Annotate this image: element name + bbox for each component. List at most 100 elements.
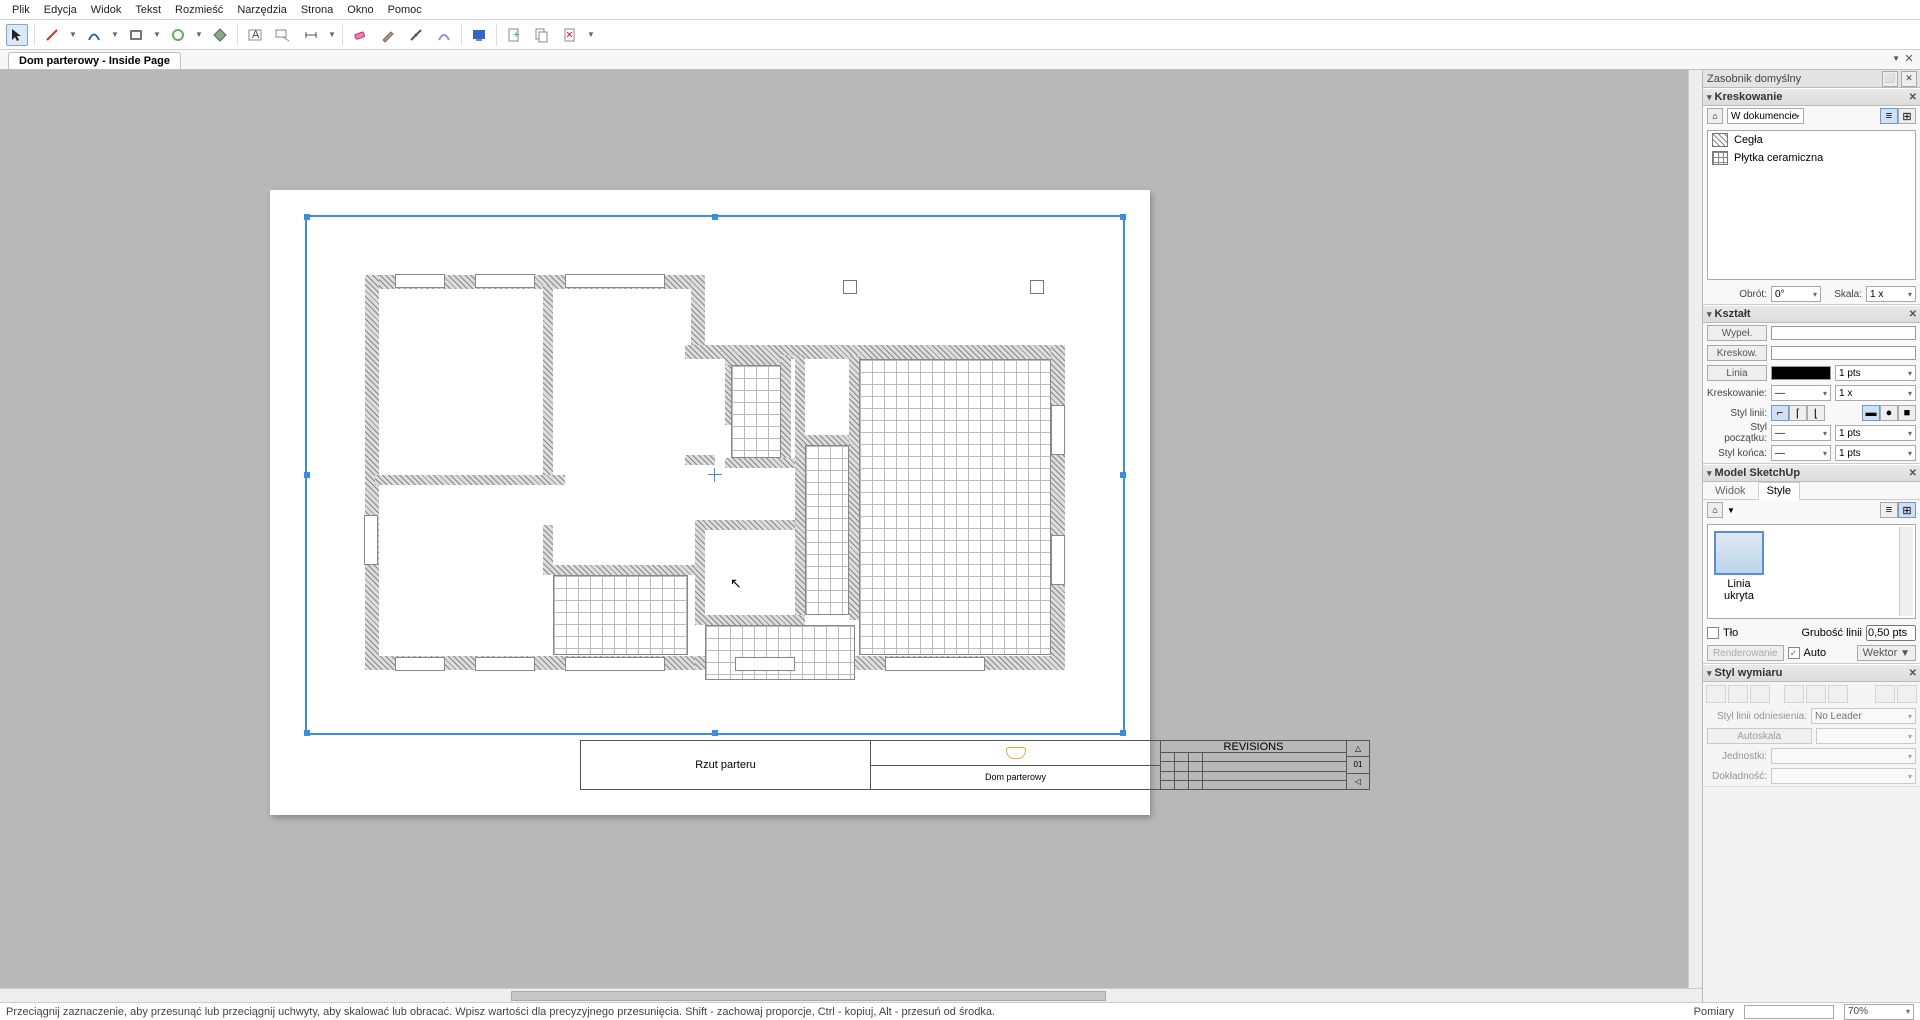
shape-start-size[interactable]: 1 pts: [1835, 425, 1916, 441]
grid-view-icon[interactable]: ⊞: [1898, 108, 1916, 124]
dim-autoscale-select[interactable]: [1816, 728, 1917, 744]
panel-close-hatch[interactable]: ✕: [1909, 92, 1917, 103]
line-tool-dropdown[interactable]: ▼: [69, 30, 77, 39]
floor-plan-viewport[interactable]: [365, 275, 1065, 670]
menu-strona[interactable]: Strona: [295, 2, 339, 18]
dim-autoscale-button[interactable]: Autoskala: [1707, 728, 1812, 744]
resize-handle-tl[interactable]: [304, 214, 310, 220]
page-dropdown[interactable]: ▼: [587, 30, 595, 39]
resize-handle-br[interactable]: [1120, 730, 1126, 736]
circle-tool-dropdown[interactable]: ▼: [195, 30, 203, 39]
tray-header[interactable]: Zasobnik domyślny ⬜ ✕: [1703, 70, 1920, 88]
text-tool[interactable]: A: [244, 24, 266, 46]
poly-tool[interactable]: [209, 24, 231, 46]
shape-line-color[interactable]: [1771, 366, 1831, 380]
dim-btn-7[interactable]: [1875, 685, 1895, 703]
resize-handle-tr[interactable]: [1120, 214, 1126, 220]
auto-checkbox[interactable]: ✓: [1788, 647, 1800, 659]
dim-btn-3[interactable]: [1750, 685, 1770, 703]
canvas[interactable]: Rzut parteru Dom parterowy REVISIONS △ 0…: [0, 70, 1702, 1002]
hatch-item-tile[interactable]: Płytka ceramiczna: [1708, 149, 1915, 167]
hatch-rot-select[interactable]: 0°: [1771, 286, 1821, 302]
render-mode-button[interactable]: Wektor ▼: [1857, 645, 1916, 661]
resize-handle-ml[interactable]: [304, 472, 310, 478]
resize-handle-bl[interactable]: [304, 730, 310, 736]
eraser-tool[interactable]: [349, 24, 371, 46]
menu-rozmiesc[interactable]: Rozmieść: [169, 2, 229, 18]
model-home-icon[interactable]: ⌂: [1707, 502, 1723, 518]
join-tool[interactable]: [433, 24, 455, 46]
render-button[interactable]: Renderowanie: [1707, 645, 1784, 661]
shape-start-arrow[interactable]: —: [1771, 425, 1831, 441]
arc-tool[interactable]: [83, 24, 105, 46]
model-view-toggle[interactable]: ≡⊞: [1880, 502, 1916, 518]
shape-end-size[interactable]: 1 pts: [1835, 445, 1916, 461]
resize-handle-tc[interactable]: [712, 214, 718, 220]
panel-header-hatch[interactable]: Kreskowanie ✕: [1703, 88, 1920, 106]
hatch-scale-select[interactable]: 1 x: [1866, 286, 1916, 302]
document-tab[interactable]: Dom parterowy - Inside Page: [8, 52, 181, 69]
model-style-card[interactable]: Linia ukryta: [1714, 531, 1764, 602]
model-style-grid[interactable]: Linia ukryta: [1707, 524, 1916, 619]
circle-tool[interactable]: [167, 24, 189, 46]
dim-btn-6[interactable]: [1828, 685, 1848, 703]
dimension-tool-dropdown[interactable]: ▼: [328, 30, 336, 39]
menu-plik[interactable]: Plik: [6, 2, 36, 18]
menu-widok[interactable]: Widok: [85, 2, 128, 18]
shape-line-button[interactable]: Linia: [1707, 365, 1767, 381]
resize-handle-mr[interactable]: [1120, 472, 1126, 478]
arc-tool-dropdown[interactable]: ▼: [111, 30, 119, 39]
dim-leader-select[interactable]: No Leader: [1811, 708, 1916, 724]
rect-tool[interactable]: [125, 24, 147, 46]
menu-okno[interactable]: Okno: [341, 2, 379, 18]
panel-close-dim[interactable]: ✕: [1909, 668, 1917, 679]
shape-fill-swatch[interactable]: [1771, 326, 1916, 340]
bg-checkbox[interactable]: [1707, 627, 1719, 639]
shape-hatch-button[interactable]: Kreskow.: [1707, 345, 1767, 361]
hatch-view-toggle[interactable]: ≡⊞: [1880, 108, 1916, 124]
present-tool[interactable]: [468, 24, 490, 46]
hatch-scope-select[interactable]: W dokumencie: [1727, 108, 1804, 124]
shape-dash-select[interactable]: —: [1771, 385, 1831, 401]
rect-tool-dropdown[interactable]: ▼: [153, 30, 161, 39]
dim-units-select[interactable]: [1771, 748, 1916, 764]
shape-corner-style[interactable]: ⌐⌈⌊: [1771, 405, 1825, 421]
menu-narzedzia[interactable]: Narzędzia: [231, 2, 293, 18]
shape-end-arrow[interactable]: —: [1771, 445, 1831, 461]
tray-maximize-icon[interactable]: ⬜: [1882, 71, 1898, 87]
scrollbar-vertical[interactable]: [1688, 70, 1702, 988]
hatch-home-icon[interactable]: ⌂: [1707, 108, 1723, 124]
menu-pomoc[interactable]: Pomoc: [382, 2, 428, 18]
scrollbar-h-thumb[interactable]: [511, 991, 1107, 1001]
split-tool[interactable]: [405, 24, 427, 46]
shape-cap-style[interactable]: ▬●■: [1862, 405, 1916, 421]
menu-edycja[interactable]: Edycja: [38, 2, 83, 18]
panel-header-model[interactable]: Model SketchUp ✕: [1703, 464, 1920, 482]
zoom-select[interactable]: 70%: [1844, 1004, 1914, 1020]
scrollbar-horizontal[interactable]: [0, 988, 1702, 1002]
list-view-icon[interactable]: ≡: [1880, 502, 1898, 518]
tab-dropdown[interactable]: ▼: [1892, 54, 1900, 63]
style-tool[interactable]: [377, 24, 399, 46]
linew-input[interactable]: [1866, 625, 1916, 641]
dim-btn-2[interactable]: [1728, 685, 1748, 703]
select-tool[interactable]: [6, 24, 28, 46]
measure-input[interactable]: [1744, 1005, 1834, 1019]
tab-close-button[interactable]: ✕: [1902, 52, 1916, 66]
shape-fill-button[interactable]: Wypeł.: [1707, 325, 1767, 341]
shape-dash-scale[interactable]: 1 x: [1835, 385, 1916, 401]
dimension-tool[interactable]: [300, 24, 322, 46]
panel-header-shape[interactable]: Kształt ✕: [1703, 305, 1920, 323]
line-tool[interactable]: [41, 24, 63, 46]
panel-header-dim[interactable]: Styl wymiaru ✕: [1703, 664, 1920, 682]
panel-close-model[interactable]: ✕: [1909, 468, 1917, 479]
label-tool[interactable]: [272, 24, 294, 46]
model-tab-style[interactable]: Style: [1758, 482, 1800, 500]
style-scrollbar[interactable]: [1899, 527, 1913, 616]
hatch-list[interactable]: Cegła Płytka ceramiczna: [1707, 130, 1916, 280]
tray-close-icon[interactable]: ✕: [1901, 71, 1917, 87]
resize-handle-bc[interactable]: [712, 730, 718, 736]
dim-btn-8[interactable]: [1897, 685, 1917, 703]
shape-hatch-swatch[interactable]: [1771, 346, 1916, 360]
page-add-tool[interactable]: +: [503, 24, 525, 46]
